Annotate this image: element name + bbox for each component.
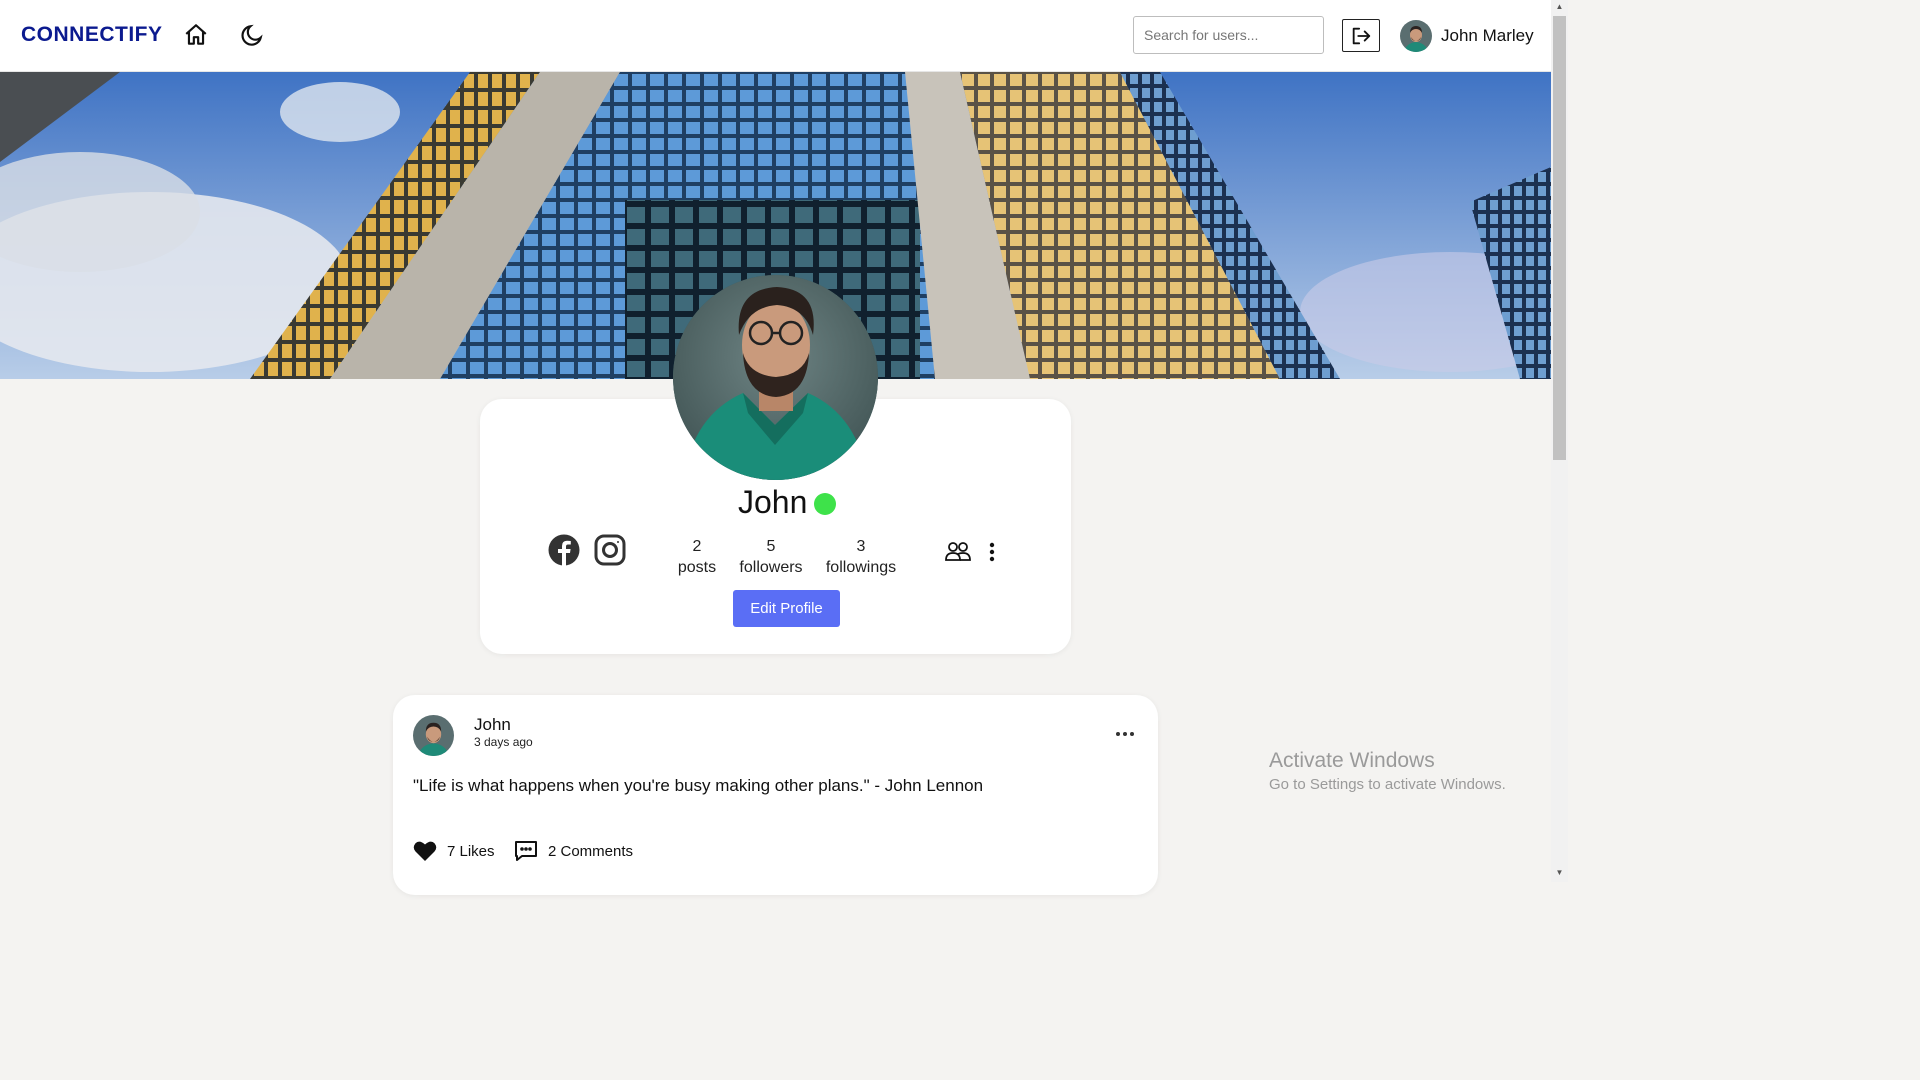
post-author-avatar[interactable] xyxy=(413,715,454,756)
scroll-thumb[interactable] xyxy=(1553,16,1566,460)
instagram-icon[interactable] xyxy=(593,533,627,567)
top-navbar: CONNECTIFY John Marley xyxy=(0,0,1551,72)
stat-posts[interactable]: 2 posts xyxy=(674,536,720,578)
stat-posts-label: posts xyxy=(677,559,717,576)
post-timestamp: 3 days ago xyxy=(474,735,533,749)
scrollbar[interactable]: ▲ ▼ xyxy=(1551,0,1568,882)
stat-followings[interactable]: 3 followings xyxy=(825,536,897,578)
friends-icon[interactable] xyxy=(945,539,971,568)
home-icon[interactable] xyxy=(183,22,209,48)
stat-posts-value: 2 xyxy=(692,538,702,555)
logout-button[interactable] xyxy=(1342,19,1380,52)
moon-icon[interactable] xyxy=(239,22,265,48)
profile-avatar[interactable] xyxy=(673,275,878,480)
user-avatar[interactable] xyxy=(1400,20,1432,52)
scroll-down-arrow-icon[interactable]: ▼ xyxy=(1551,866,1568,880)
facebook-icon[interactable] xyxy=(547,533,581,567)
heart-icon xyxy=(413,841,437,861)
scroll-up-arrow-icon[interactable]: ▲ xyxy=(1551,0,1568,14)
logout-icon xyxy=(1352,27,1371,44)
post-more-icon[interactable] xyxy=(1114,722,1136,751)
windows-watermark-title: Activate Windows xyxy=(1269,749,1435,772)
more-options-icon[interactable] xyxy=(987,541,997,568)
stat-followings-label: followings xyxy=(825,559,897,576)
stat-followers-value: 5 xyxy=(766,538,776,555)
post-content: "Life is what happens when you're busy m… xyxy=(413,776,984,795)
stat-followers-label: followers xyxy=(739,559,803,576)
profile-name: John xyxy=(738,484,808,520)
like-button[interactable]: 7 Likes xyxy=(413,840,495,862)
windows-watermark-subtitle: Go to Settings to activate Windows. xyxy=(1269,776,1506,793)
post-author-name[interactable]: John xyxy=(474,715,511,735)
comment-button[interactable]: 2 Comments xyxy=(514,840,633,862)
stat-followers[interactable]: 5 followers xyxy=(738,536,804,578)
stat-followings-value: 3 xyxy=(856,538,866,555)
app-logo[interactable]: CONNECTIFY xyxy=(21,23,163,47)
search-input[interactable] xyxy=(1133,16,1324,54)
nav-username[interactable]: John Marley xyxy=(1441,26,1534,46)
comments-count: 2 Comments xyxy=(548,842,634,860)
online-status-indicator xyxy=(814,493,836,515)
comment-icon xyxy=(515,841,537,861)
likes-count: 7 Likes xyxy=(447,842,495,860)
edit-profile-button[interactable]: Edit Profile xyxy=(733,590,840,627)
